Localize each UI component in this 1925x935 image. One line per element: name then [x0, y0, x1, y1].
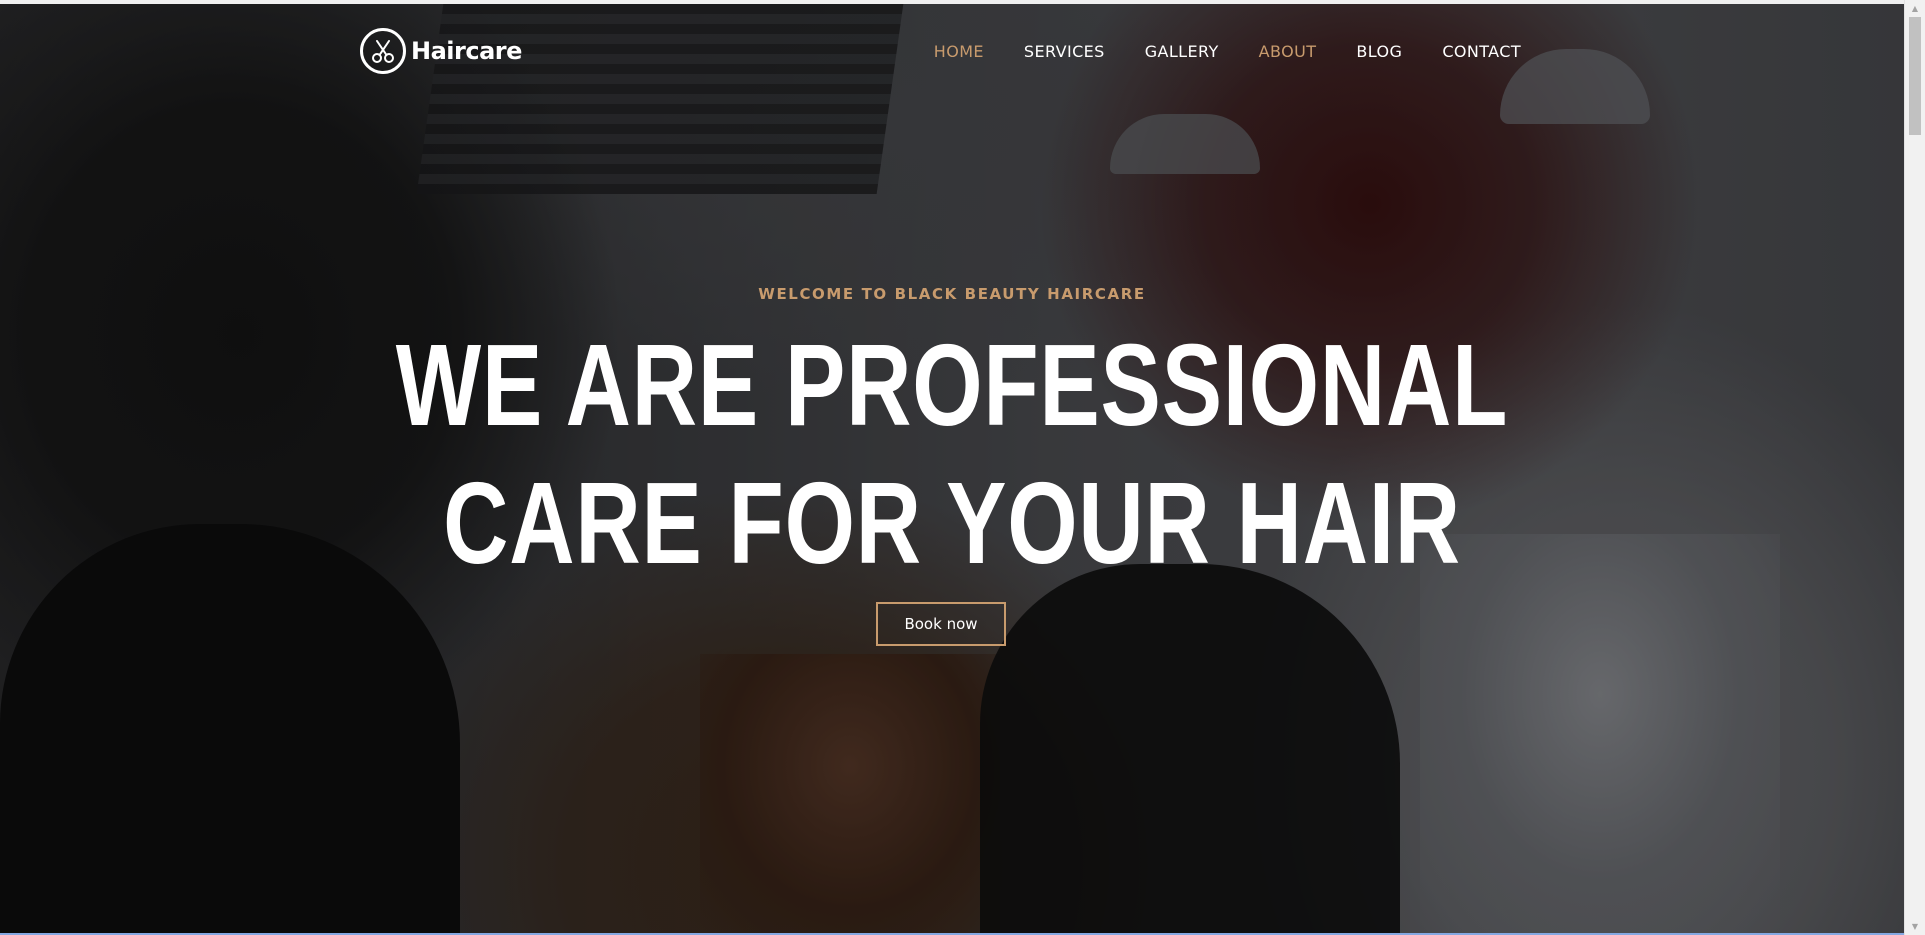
nav-item-blog: BLOG	[1356, 42, 1402, 61]
nav-item-about: ABOUT	[1259, 42, 1317, 61]
logo-link[interactable]: Haircare	[360, 24, 522, 78]
background-seated-person	[1420, 534, 1780, 933]
brand-name: Haircare	[411, 37, 522, 65]
scroll-up-arrow-icon[interactable]: ▲	[1905, 0, 1925, 17]
nav-link-home[interactable]: HOME	[934, 42, 984, 61]
main-nav: HOME SERVICES GALLERY ABOUT BLOG CONTACT	[894, 24, 1521, 78]
hero-headline: WE ARE PROFESSIONAL CARE FOR YOUR HAIR	[0, 316, 1904, 592]
nav-item-contact: CONTACT	[1442, 42, 1521, 61]
scissors-icon	[360, 28, 406, 74]
nav-link-blog[interactable]: BLOG	[1356, 42, 1402, 61]
page-scrollbar[interactable]: ▲ ▼	[1904, 0, 1925, 935]
nav-link-contact[interactable]: CONTACT	[1442, 42, 1521, 61]
hero-headline-line-2: CARE FOR YOUR HAIR	[443, 458, 1461, 588]
background-lamp-left	[1110, 114, 1260, 174]
scroll-down-arrow-icon[interactable]: ▼	[1905, 918, 1925, 935]
book-now-button[interactable]: Book now	[876, 602, 1006, 646]
hero-subtitle: WELCOME TO BLACK BEAUTY HAIRCARE	[758, 285, 1146, 303]
scrollbar-thumb[interactable]	[1909, 17, 1921, 135]
nav-item-gallery: GALLERY	[1145, 42, 1219, 61]
background-client	[700, 654, 1000, 933]
hero-section: Haircare HOME SERVICES GALLERY ABOUT BLO…	[0, 4, 1904, 933]
nav-link-services[interactable]: SERVICES	[1024, 42, 1105, 61]
nav-link-gallery[interactable]: GALLERY	[1145, 42, 1219, 61]
nav-item-home: HOME	[934, 42, 984, 61]
site-header: Haircare HOME SERVICES GALLERY ABOUT BLO…	[0, 24, 1904, 78]
nav-link-about[interactable]: ABOUT	[1259, 42, 1317, 61]
hero-headline-line-1: WE ARE PROFESSIONAL	[395, 320, 1509, 450]
background-stylist-right	[980, 564, 1400, 933]
nav-item-services: SERVICES	[1024, 42, 1105, 61]
browser-viewport: Haircare HOME SERVICES GALLERY ABOUT BLO…	[0, 0, 1904, 935]
